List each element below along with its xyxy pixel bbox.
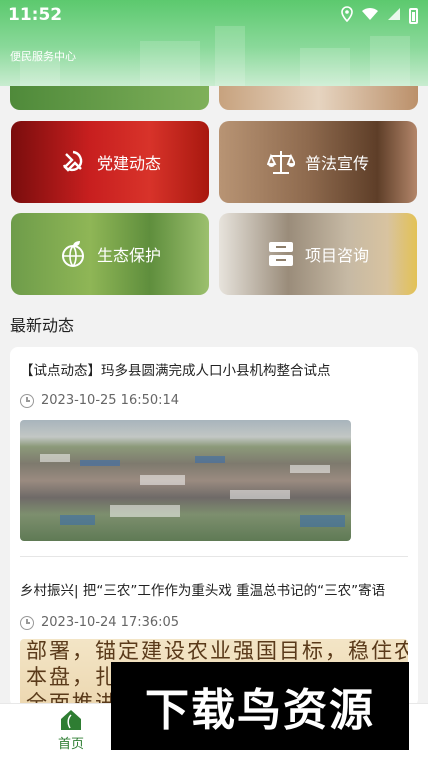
section-title: 最新动态 <box>10 316 75 335</box>
tab-home[interactable]: 首页 <box>31 707 111 752</box>
news-title[interactable]: 乡村振兴| 把“三农”工作作为重头戏 重温总书记的“三农”寄语 <box>20 579 408 599</box>
news-card: 【试点动态】玛多县圆满完成人口小县机构整合试点 2023-10-25 16:50… <box>10 347 418 707</box>
tile-label: 党建动态 <box>96 154 161 173</box>
tile-project-consult[interactable]: 项目咨询 <box>219 213 417 295</box>
clock-icon <box>20 393 34 408</box>
stack-icon <box>267 240 295 268</box>
wifi-icon <box>361 7 379 25</box>
news-time: 2023-10-24 17:36:05 <box>41 615 180 630</box>
tile-ecology[interactable]: 生态保护 <box>11 213 209 295</box>
watermark: 下载鸟资源 <box>111 662 409 750</box>
tile-law-publicity[interactable]: 普法宣传 <box>219 121 417 203</box>
home-icon <box>61 710 81 730</box>
news-image[interactable] <box>20 420 351 541</box>
news-item[interactable]: 【试点动态】玛多县圆满完成人口小县机构整合试点 2023-10-25 16:50… <box>20 359 408 408</box>
battery-icon <box>409 8 418 24</box>
tile-party-building[interactable]: 党建动态 <box>11 121 209 203</box>
tile-label: 生态保护 <box>96 246 161 265</box>
divider <box>20 556 408 557</box>
news-item[interactable]: 乡村振兴| 把“三农”工作作为重头戏 重温总书记的“三农”寄语 2023-10-… <box>20 579 408 630</box>
app-header: 11:52 便民服务中心 <box>0 0 428 86</box>
news-title[interactable]: 【试点动态】玛多县圆满完成人口小县机构整合试点 <box>20 359 408 379</box>
status-bar: 11:52 <box>0 0 428 30</box>
signal-icon <box>387 7 401 25</box>
status-time: 11:52 <box>8 5 63 25</box>
banner-card-partial[interactable] <box>10 86 209 110</box>
scales-icon <box>266 148 295 176</box>
tile-label: 普法宣传 <box>304 154 369 173</box>
banner-card-partial[interactable] <box>219 86 418 110</box>
news-time-row: 2023-10-24 17:36:05 <box>20 615 408 630</box>
location-icon <box>341 6 353 26</box>
news-time-row: 2023-10-25 16:50:14 <box>20 393 408 408</box>
news-time: 2023-10-25 16:50:14 <box>41 393 180 408</box>
tile-label: 项目咨询 <box>304 246 369 265</box>
hammer-sickle-icon <box>59 148 87 176</box>
tab-label: 首页 <box>57 737 84 752</box>
globe-leaf-icon <box>59 240 87 268</box>
clock-icon <box>20 615 34 630</box>
header-subtitle: 便民服务中心 <box>10 50 76 63</box>
